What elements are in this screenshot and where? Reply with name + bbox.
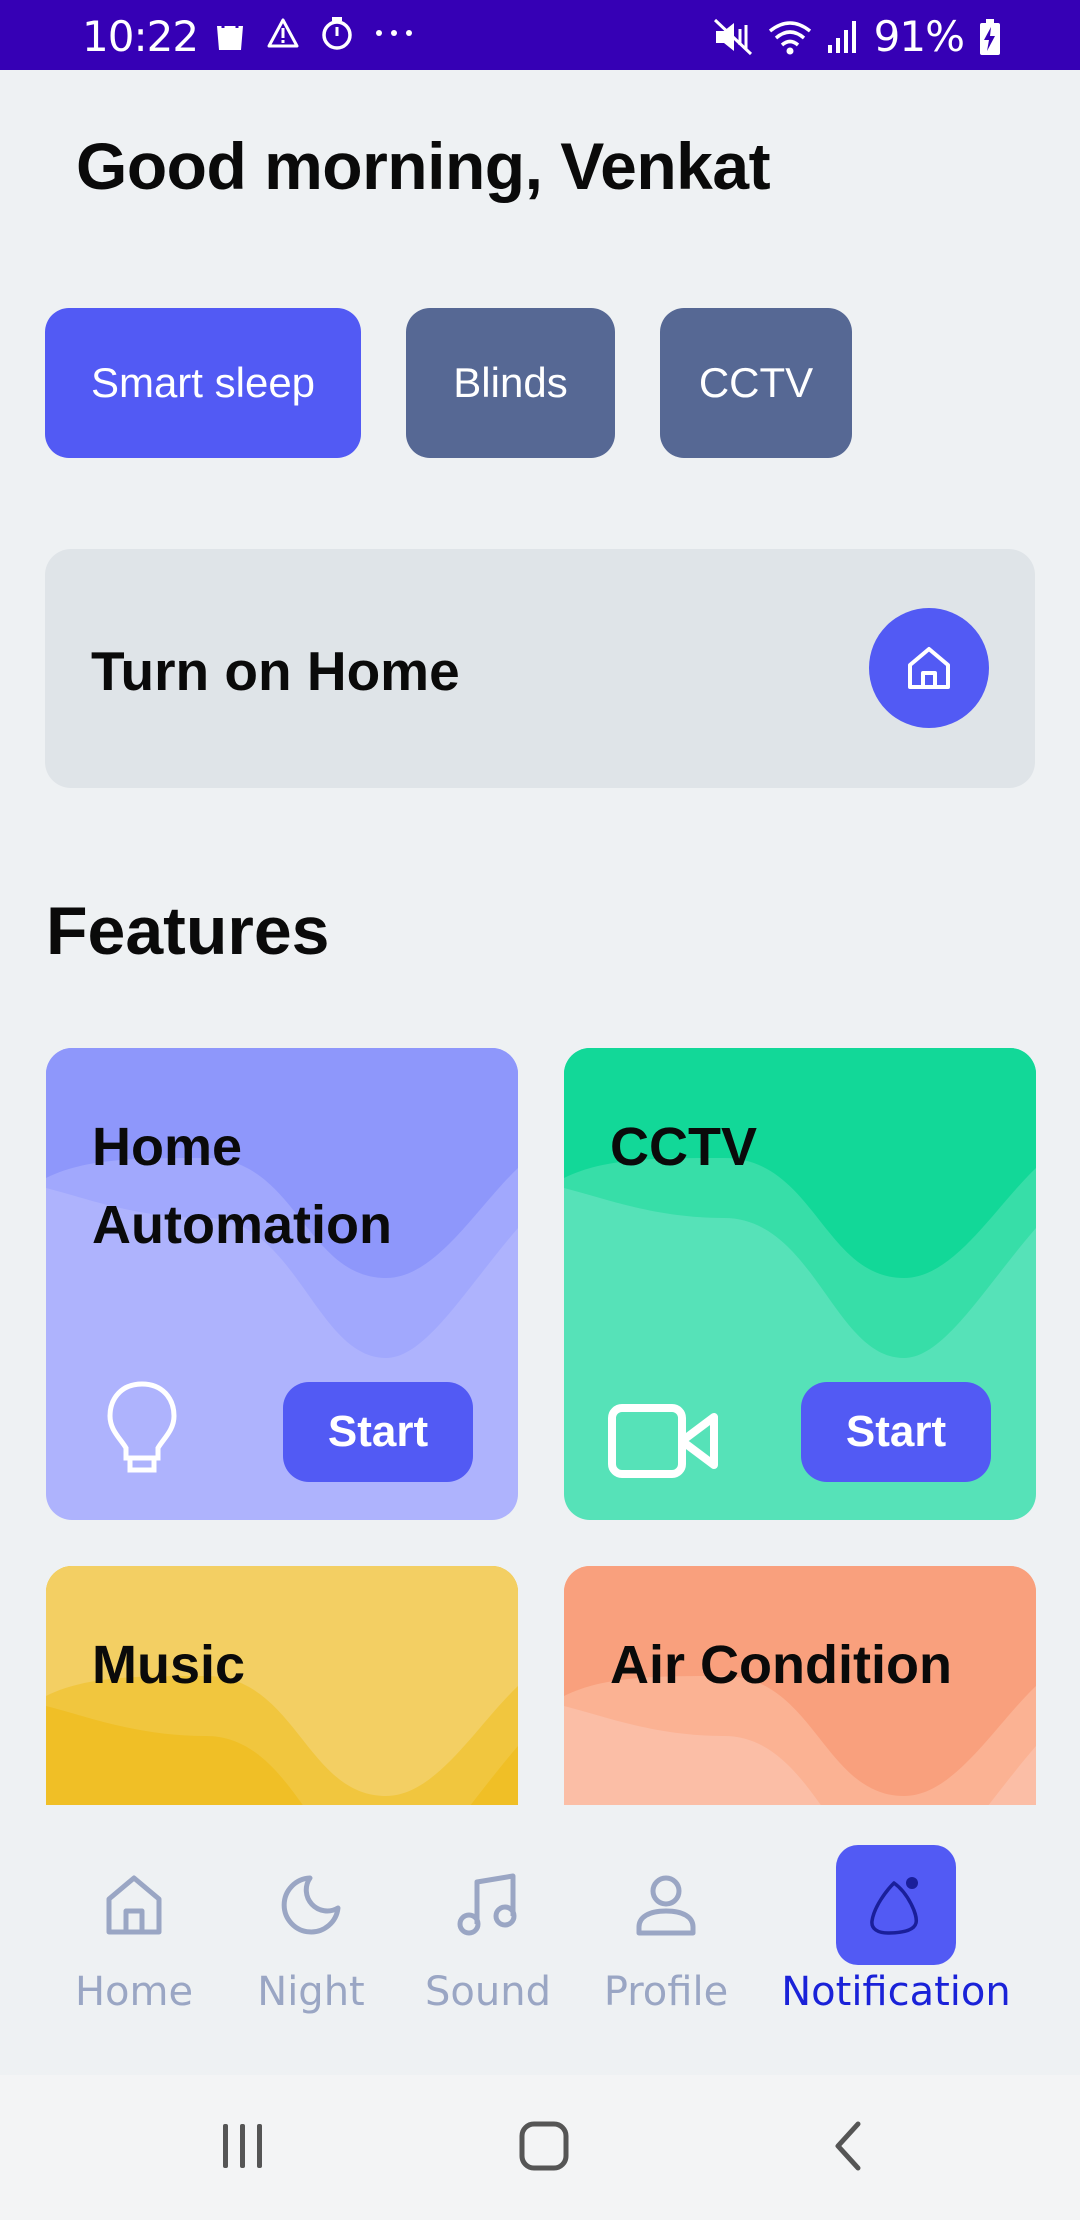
chip-smart-sleep[interactable]: Smart sleep: [45, 308, 361, 458]
nav-label: Home: [74, 1969, 194, 2015]
home-icon: [908, 647, 950, 689]
system-navigation-bar: [0, 2075, 1080, 2220]
card-title: Air Condition: [610, 1635, 952, 1695]
mute-vibrate-icon: [713, 18, 752, 55]
lightbulb-icon: [107, 1381, 177, 1473]
home-toggle-button[interactable]: [869, 608, 989, 728]
feature-card-home-automation[interactable]: Home Automation Start: [46, 1048, 518, 1520]
start-button[interactable]: Start: [283, 1382, 473, 1482]
card-title: CCTV: [610, 1117, 757, 1177]
features-title: Features: [46, 893, 330, 969]
nav-item-home[interactable]: Home: [44, 1845, 224, 2015]
feature-card-music[interactable]: Music: [46, 1566, 518, 1805]
card-title: Home Automation: [92, 1117, 392, 1255]
nav-item-night[interactable]: Night: [221, 1845, 401, 2015]
card-title: Music: [92, 1635, 246, 1695]
battery-percent: 91%: [873, 12, 965, 61]
signal-icon: [827, 20, 856, 53]
wifi-icon: [768, 20, 811, 54]
chip-blinds[interactable]: Blinds: [406, 308, 615, 458]
status-time: 10:22: [82, 12, 199, 61]
more-icon: [376, 30, 412, 36]
notification-icon: [870, 1877, 918, 1935]
nav-item-notification[interactable]: Notification: [776, 1845, 1016, 2015]
nav-active-indicator: [836, 1845, 956, 1965]
sync-icon: [322, 17, 352, 50]
chip-cctv[interactable]: CCTV: [660, 308, 852, 458]
battery-charging-icon: [980, 18, 1000, 55]
recent-apps-icon[interactable]: [220, 2120, 266, 2172]
greeting-title: Good morning, Venkat: [76, 129, 771, 203]
start-button[interactable]: Start: [801, 1382, 991, 1482]
user-icon: [636, 1875, 696, 1936]
nav-label: Profile: [603, 1969, 729, 2015]
video-camera-icon: [608, 1404, 718, 1478]
feature-card-air-condition[interactable]: Air Condition: [564, 1566, 1036, 1805]
back-icon[interactable]: [830, 2120, 866, 2172]
home-toggle-panel: Turn on Home: [45, 549, 1035, 788]
nav-label: Notification: [781, 1969, 1011, 2015]
features-grid: Home Automation Start CCTV Start Music A…: [0, 1040, 1080, 1805]
nav-item-sound[interactable]: Sound: [398, 1845, 578, 2015]
status-system-icons: 91%: [712, 12, 1002, 61]
home-button-icon[interactable]: [518, 2120, 570, 2172]
status-bar: 10:22 91%: [0, 0, 1080, 70]
home-icon: [106, 1875, 162, 1935]
nav-label: Sound: [425, 1969, 551, 2015]
shopping-bag-icon: [217, 15, 243, 50]
home-toggle-label: Turn on Home: [91, 640, 460, 702]
chip-label: CCTV: [698, 359, 814, 406]
nav-label: Night: [257, 1969, 365, 2015]
chip-label: Blinds: [453, 359, 568, 406]
warning-icon: [267, 18, 299, 48]
moon-icon: [281, 1875, 341, 1935]
feature-card-cctv[interactable]: CCTV Start: [564, 1048, 1036, 1520]
music-note-icon: [457, 1873, 517, 1936]
bottom-navigation: Home Night Sound Profile Notification: [0, 1805, 1080, 2075]
chip-label: Smart sleep: [90, 359, 316, 406]
status-notification-icons: [212, 14, 414, 52]
nav-item-profile[interactable]: Profile: [576, 1845, 756, 2015]
